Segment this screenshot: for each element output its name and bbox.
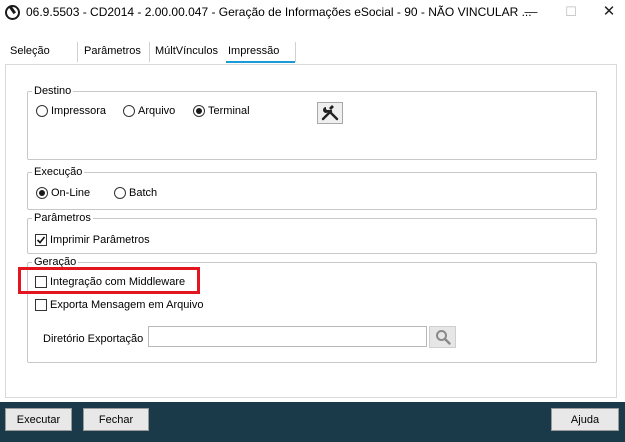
executar-button[interactable]: Executar [5, 408, 72, 431]
destino-legend: Destino [34, 85, 72, 97]
fechar-button[interactable]: Fechar [83, 408, 149, 431]
footer-bar: Executar Fechar Ajuda [0, 402, 625, 442]
radio-batch-label: Batch [129, 187, 158, 199]
radio-terminal[interactable]: Terminal [193, 105, 250, 117]
parametros-legend: Parâmetros [34, 212, 91, 224]
checkmark-icon [36, 236, 46, 244]
radio-arquivo-circle[interactable] [123, 105, 135, 117]
imprimir-parametros-checkbox[interactable]: Imprimir Parâmetros [35, 234, 150, 246]
radio-batch-circle[interactable] [114, 187, 126, 199]
destino-group: Destino [27, 85, 597, 160]
tab-impressao[interactable]: Impressão [226, 42, 296, 63]
tab-bar: Seleção Parâmetros MúltVínculos Impressã… [0, 42, 625, 63]
radio-arquivo-label: Arquivo [138, 105, 176, 117]
radio-online-circle[interactable] [36, 187, 48, 199]
ajuda-button[interactable]: Ajuda [551, 408, 619, 431]
window-title: 06.9.5503 - CD2014 - 2.00.00.047 - Geraç… [26, 5, 532, 19]
radio-impressora-circle[interactable] [36, 105, 48, 117]
execucao-group: Execução [27, 166, 597, 210]
radio-online-label: On-Line [51, 187, 91, 199]
radio-arquivo[interactable]: Arquivo [123, 105, 175, 117]
tools-icon [321, 105, 339, 121]
radio-online[interactable]: On-Line [36, 187, 90, 199]
radio-batch[interactable]: Batch [114, 187, 157, 199]
tab-selecao[interactable]: Seleção [10, 42, 78, 62]
printer-setup-button[interactable] [317, 102, 343, 124]
tab-multvinculos[interactable]: MúltVínculos [155, 42, 223, 62]
radio-impressora[interactable]: Impressora [36, 105, 106, 117]
imprimir-parametros-label: Imprimir Parâmetros [50, 234, 150, 246]
tab-parametros[interactable]: Parâmetros [84, 42, 150, 62]
exporta-mensagem-label: Exporta Mensagem em Arquivo [50, 299, 204, 311]
exporta-mensagem-checkbox[interactable]: Exporta Mensagem em Arquivo [35, 299, 203, 311]
diretorio-search-button[interactable] [429, 326, 456, 348]
search-icon [435, 330, 451, 345]
imprimir-parametros-box[interactable] [35, 234, 47, 246]
execucao-legend: Execução [34, 166, 83, 178]
highlight-annotation [18, 267, 200, 294]
diretorio-exportacao-label: Diretório Exportação [43, 333, 144, 345]
app-logo-icon [5, 5, 20, 20]
close-button[interactable]: ✕ [586, 0, 625, 26]
title-bar: 06.9.5503 - CD2014 - 2.00.00.047 - Geraç… [0, 0, 625, 26]
radio-impressora-label: Impressora [51, 105, 107, 117]
exporta-mensagem-box[interactable] [35, 299, 47, 311]
radio-terminal-label: Terminal [208, 105, 250, 117]
radio-terminal-circle[interactable] [193, 105, 205, 117]
parametros-group: Parâmetros [27, 212, 597, 254]
diretorio-exportacao-input[interactable] [148, 326, 427, 347]
